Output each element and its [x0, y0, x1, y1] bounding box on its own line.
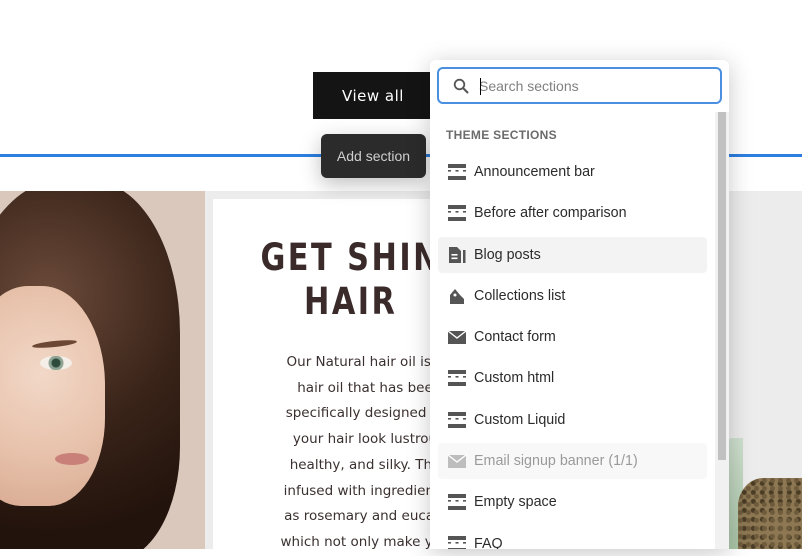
section-item-label: Contact form: [474, 329, 556, 346]
section-item-announcement-bar[interactable]: Announcement bar: [438, 154, 707, 190]
section-item-label: Email signup banner (1/1): [474, 453, 638, 470]
section-item-label: Custom Liquid: [474, 411, 566, 428]
section-picker: THEME SECTIONS Announcement bar Before a…: [430, 60, 729, 549]
section-heading-text: GET SHIN HAIR: [260, 236, 441, 323]
add-section-button[interactable]: Add section: [321, 134, 426, 178]
section-item-label: Custom html: [474, 370, 555, 387]
section-item-label: Announcement bar: [474, 164, 595, 180]
seeds-image: [738, 478, 802, 549]
section-icon: [448, 494, 466, 511]
section-icon: [448, 411, 466, 428]
section-item-label: FAQ: [474, 535, 503, 549]
photo-lip: [55, 453, 89, 465]
section-item-contact-form[interactable]: Contact form: [438, 319, 707, 355]
view-all-button[interactable]: View all: [313, 72, 433, 119]
section-item-faq[interactable]: FAQ: [438, 526, 707, 549]
photo-eye: [40, 356, 72, 370]
theme-sections-heading: THEME SECTIONS: [446, 128, 557, 142]
section-icon: [448, 370, 466, 387]
section-icon: [448, 205, 466, 222]
section-item-label: Blog posts: [474, 246, 541, 263]
section-list: Announcement bar Before after comparison…: [438, 154, 707, 549]
section-icon: [448, 535, 466, 549]
search-input[interactable]: [479, 74, 709, 98]
section-item-empty-space[interactable]: Empty space: [438, 484, 707, 520]
blog-icon: [449, 246, 466, 263]
photo-face: [0, 286, 105, 506]
section-item-email-signup-banner: Email signup banner (1/1): [438, 443, 707, 480]
search-icon: [453, 78, 469, 94]
section-item-custom-html[interactable]: Custom html: [438, 360, 707, 396]
section-icon: [448, 164, 466, 180]
envelope-icon: [447, 330, 467, 345]
scrollbar-thumb[interactable]: [718, 112, 726, 460]
section-item-label: Empty space: [474, 494, 557, 511]
envelope-icon: [447, 454, 467, 469]
section-item-collections-list[interactable]: Collections list: [438, 278, 707, 314]
section-item-before-after-comparison[interactable]: Before after comparison: [438, 195, 707, 231]
search-box[interactable]: [437, 67, 722, 104]
text-caret: [480, 78, 481, 95]
hero-photo: [0, 191, 205, 549]
section-item-label: Before after comparison: [474, 205, 627, 222]
section-item-custom-liquid[interactable]: Custom Liquid: [438, 402, 707, 438]
section-item-blog-posts[interactable]: Blog posts: [438, 236, 707, 273]
section-item-label: Collections list: [474, 287, 566, 304]
tag-icon: [450, 288, 464, 304]
